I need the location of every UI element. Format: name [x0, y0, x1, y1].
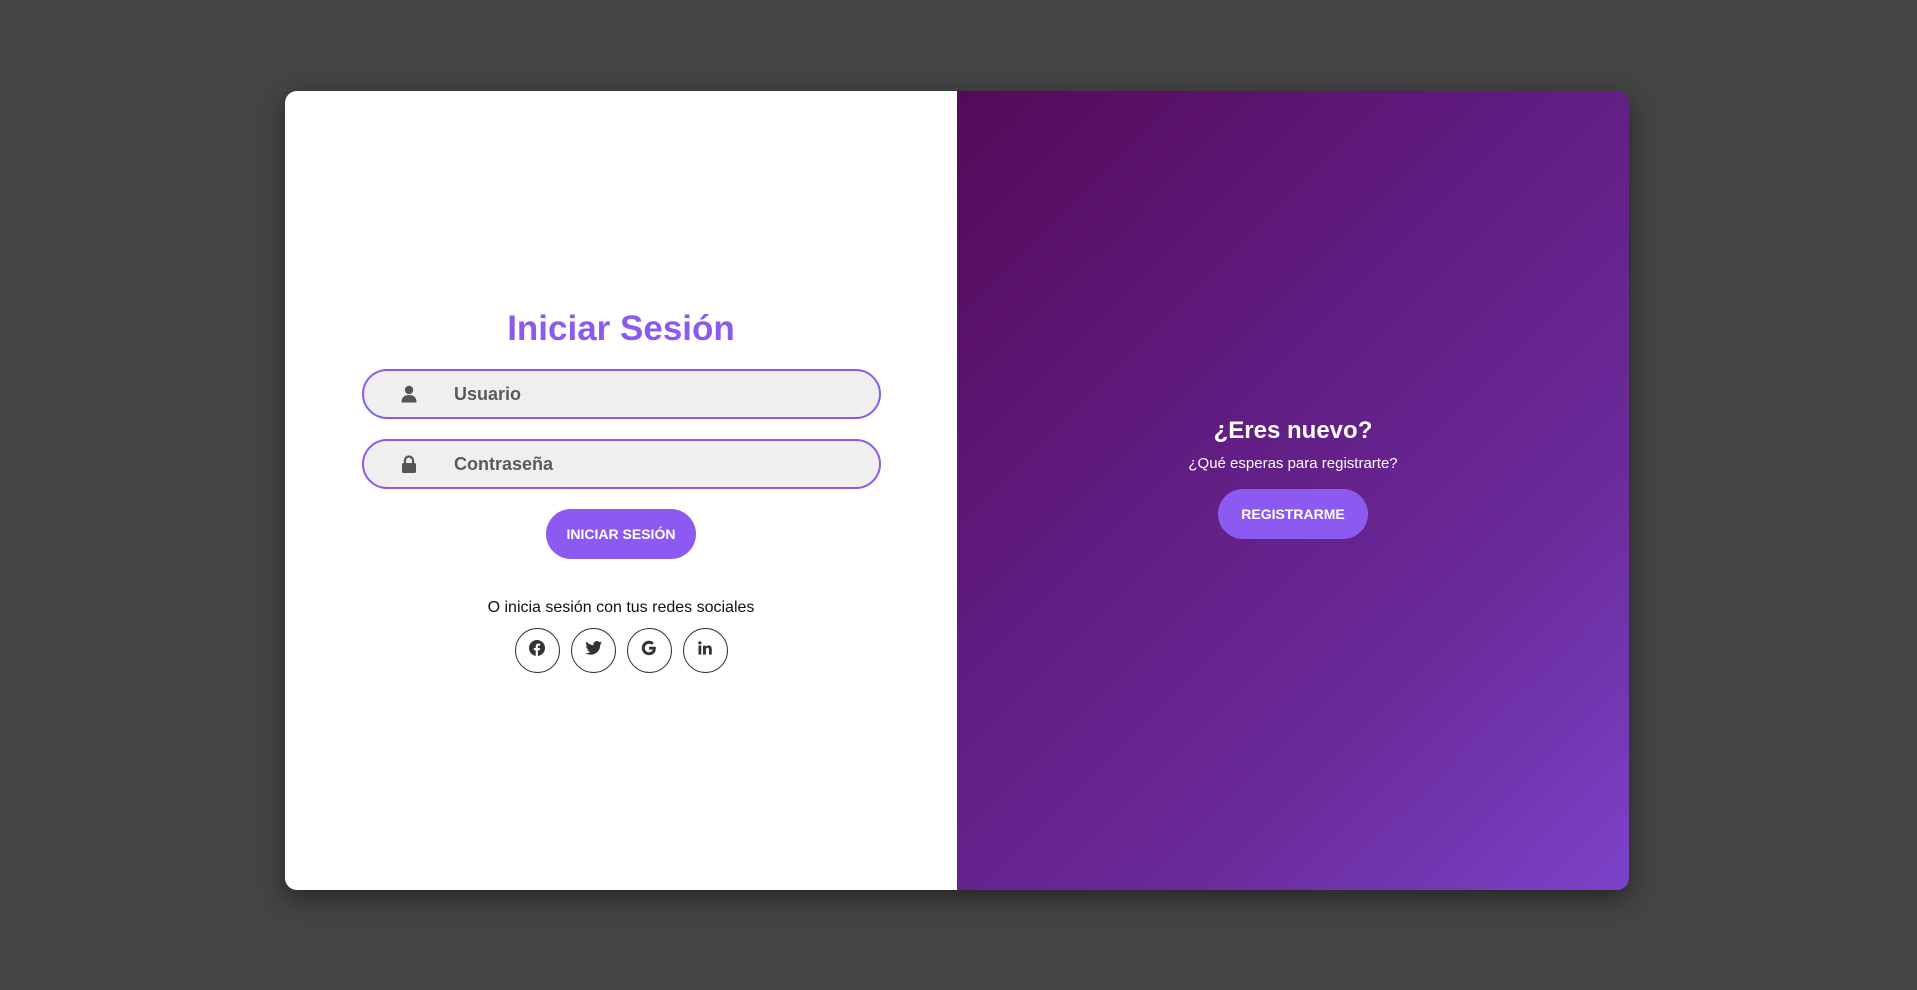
- linkedin-icon: [698, 641, 712, 660]
- login-panel: Iniciar Sesión Usuario Contraseña INICIA…: [285, 91, 957, 890]
- twitter-icon: [584, 641, 602, 660]
- google-button[interactable]: [626, 628, 672, 673]
- register-title: ¿Eres nuevo?: [1213, 417, 1373, 444]
- password-placeholder: Contraseña: [454, 453, 554, 474]
- social-login-text: O inicia sesión con tus redes sociales: [487, 599, 755, 616]
- register-button[interactable]: REGISTRARME: [1218, 489, 1368, 539]
- login-button[interactable]: INICIAR SESIÓN: [546, 509, 696, 559]
- username-placeholder: Usuario: [454, 383, 522, 404]
- social-buttons: [285, 628, 957, 673]
- register-subtitle: ¿Qué esperas para registrarte?: [1188, 455, 1398, 472]
- password-field[interactable]: Contraseña: [362, 439, 881, 489]
- login-title: Iniciar Sesión: [507, 309, 735, 348]
- user-icon: [364, 385, 454, 403]
- facebook-button[interactable]: [514, 628, 560, 673]
- google-icon: [641, 640, 657, 661]
- facebook-icon: [529, 640, 545, 661]
- linkedin-button[interactable]: [682, 628, 728, 673]
- register-panel: ¿Eres nuevo? ¿Qué esperas para registrar…: [957, 91, 1629, 890]
- username-field[interactable]: Usuario: [362, 369, 881, 419]
- lock-icon: [364, 455, 454, 473]
- twitter-button[interactable]: [570, 628, 616, 673]
- login-card: Iniciar Sesión Usuario Contraseña INICIA…: [285, 91, 1629, 890]
